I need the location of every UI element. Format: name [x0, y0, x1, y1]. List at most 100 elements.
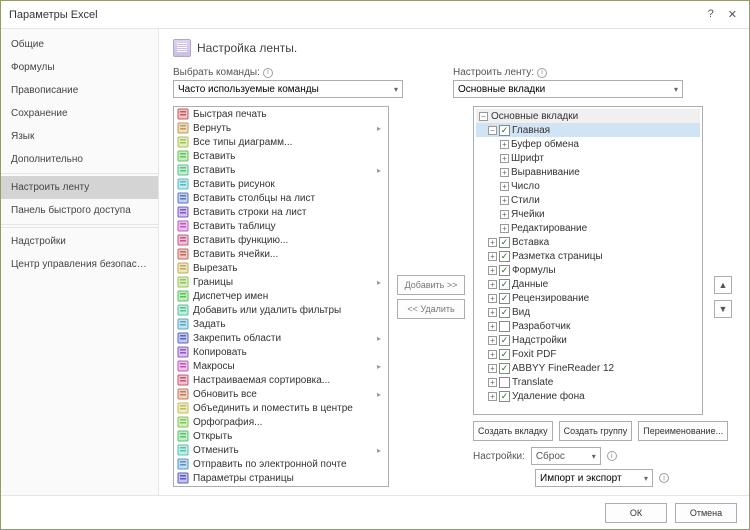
expander-icon[interactable]: +: [488, 280, 497, 289]
command-item[interactable]: Вставить столбцы на лист: [174, 191, 388, 205]
sidebar-item[interactable]: Правописание: [1, 79, 158, 102]
tree-item[interactable]: +✓Данные: [476, 277, 700, 291]
checkbox[interactable]: ✓: [499, 335, 510, 346]
sidebar-item[interactable]: Центр управления безопасностью: [1, 253, 158, 276]
command-item[interactable]: Вставить строки на лист: [174, 205, 388, 219]
sidebar-item[interactable]: Настроить ленту: [1, 176, 158, 199]
customize-ribbon-combo[interactable]: Основные вкладки ▾: [453, 80, 683, 98]
tree-item[interactable]: −✓Главная: [476, 123, 700, 137]
tree-item[interactable]: +✓ABBYY FineReader 12: [476, 361, 700, 375]
command-item[interactable]: Орфография...: [174, 415, 388, 429]
sidebar-item[interactable]: Надстройки: [1, 230, 158, 253]
command-item[interactable]: Вставить▸: [174, 163, 388, 177]
tree-item[interactable]: +✓Foxit PDF: [476, 347, 700, 361]
checkbox[interactable]: ✓: [499, 251, 510, 262]
tree-item[interactable]: +Translate: [476, 375, 700, 389]
command-item[interactable]: Границы▸: [174, 275, 388, 289]
expander-icon[interactable]: +: [488, 378, 497, 387]
sidebar-item[interactable]: Сохранение: [1, 102, 158, 125]
expander-icon[interactable]: +: [500, 196, 509, 205]
checkbox[interactable]: ✓: [499, 363, 510, 374]
expander-icon[interactable]: +: [488, 350, 497, 359]
command-item[interactable]: Отменить▸: [174, 443, 388, 457]
checkbox[interactable]: ✓: [499, 265, 510, 276]
tree-item[interactable]: +✓Рецензирование: [476, 291, 700, 305]
checkbox[interactable]: ✓: [499, 125, 510, 136]
tree-item[interactable]: +Буфер обмена: [476, 137, 700, 151]
tree-item[interactable]: +Редактирование: [476, 221, 700, 235]
expander-icon[interactable]: +: [488, 252, 497, 261]
tree-item[interactable]: +Выравнивание: [476, 165, 700, 179]
move-up-button[interactable]: ▲: [714, 276, 732, 294]
expander-icon[interactable]: +: [500, 182, 509, 191]
expander-icon[interactable]: +: [488, 392, 497, 401]
expander-icon[interactable]: +: [488, 308, 497, 317]
checkbox[interactable]: ✓: [499, 237, 510, 248]
help-icon[interactable]: ?: [708, 8, 714, 21]
add-button[interactable]: Добавить >>: [397, 275, 465, 295]
expander-icon[interactable]: +: [500, 154, 509, 163]
command-item[interactable]: Копировать: [174, 345, 388, 359]
command-item[interactable]: Вырезать: [174, 261, 388, 275]
tree-item[interactable]: +✓Надстройки: [476, 333, 700, 347]
command-item[interactable]: Настраиваемая сортировка...: [174, 373, 388, 387]
command-item[interactable]: Вставить рисунок: [174, 177, 388, 191]
checkbox[interactable]: [499, 321, 510, 332]
expander-icon[interactable]: +: [488, 364, 497, 373]
command-item[interactable]: Вставить таблицу: [174, 219, 388, 233]
cancel-button[interactable]: Отмена: [675, 503, 737, 523]
info-icon[interactable]: i: [659, 473, 669, 483]
expander-icon[interactable]: +: [500, 168, 509, 177]
tree-item[interactable]: +✓Формулы: [476, 263, 700, 277]
expander-icon[interactable]: +: [488, 238, 497, 247]
sidebar-item[interactable]: Язык: [1, 125, 158, 148]
info-icon[interactable]: i: [263, 68, 273, 78]
checkbox[interactable]: ✓: [499, 279, 510, 290]
tree-item[interactable]: +Стили: [476, 193, 700, 207]
command-item[interactable]: Вставить ячейки...: [174, 247, 388, 261]
close-icon[interactable]: ✕: [728, 8, 737, 21]
command-item[interactable]: Отправить по электронной почте: [174, 457, 388, 471]
checkbox[interactable]: ✓: [499, 307, 510, 318]
expander-icon[interactable]: +: [500, 140, 509, 149]
sidebar-item[interactable]: Дополнительно: [1, 148, 158, 171]
new-tab-button[interactable]: Создать вкладку: [473, 421, 553, 441]
checkbox[interactable]: [499, 377, 510, 388]
command-item[interactable]: Все типы диаграмм...: [174, 135, 388, 149]
move-down-button[interactable]: ▼: [714, 300, 732, 318]
checkbox[interactable]: ✓: [499, 349, 510, 360]
expander-icon[interactable]: +: [488, 336, 497, 345]
command-item[interactable]: Закрепить области▸: [174, 331, 388, 345]
tree-item[interactable]: +Число: [476, 179, 700, 193]
ribbon-tree[interactable]: −Основные вкладки−✓Главная+Буфер обмена+…: [473, 106, 703, 415]
tree-item[interactable]: +✓Вид: [476, 305, 700, 319]
ok-button[interactable]: ОК: [605, 503, 667, 523]
tree-item[interactable]: +Разработчик: [476, 319, 700, 333]
command-item[interactable]: Вернуть▸: [174, 121, 388, 135]
command-item[interactable]: Параметры страницы: [174, 471, 388, 485]
command-item[interactable]: Быстрая печать: [174, 107, 388, 121]
info-icon[interactable]: i: [607, 451, 617, 461]
expander-icon[interactable]: +: [500, 210, 509, 219]
checkbox[interactable]: ✓: [499, 391, 510, 402]
info-icon[interactable]: i: [537, 68, 547, 78]
command-item[interactable]: Задать: [174, 317, 388, 331]
commands-listbox[interactable]: Быстрая печатьВернуть▸Все типы диаграмм.…: [173, 106, 389, 487]
command-item[interactable]: Макросы▸: [174, 359, 388, 373]
command-item[interactable]: Вставить функцию...: [174, 233, 388, 247]
choose-commands-combo[interactable]: Часто используемые команды ▾: [173, 80, 403, 98]
tree-item[interactable]: +✓Вставка: [476, 235, 700, 249]
expander-icon[interactable]: +: [500, 224, 509, 233]
expander-icon[interactable]: −: [479, 112, 488, 121]
reset-combo[interactable]: Сброс ▾: [531, 447, 601, 465]
tree-item[interactable]: +Шрифт: [476, 151, 700, 165]
command-item[interactable]: Диспетчер имен: [174, 289, 388, 303]
command-item[interactable]: Пересчет: [174, 485, 388, 487]
sidebar-item[interactable]: Панель быстрого доступа: [1, 199, 158, 222]
new-group-button[interactable]: Создать группу: [559, 421, 633, 441]
command-item[interactable]: Обновить все▸: [174, 387, 388, 401]
command-item[interactable]: Вставить: [174, 149, 388, 163]
command-item[interactable]: Объединить и поместить в центре: [174, 401, 388, 415]
expander-icon[interactable]: +: [488, 294, 497, 303]
sidebar-item[interactable]: Формулы: [1, 56, 158, 79]
